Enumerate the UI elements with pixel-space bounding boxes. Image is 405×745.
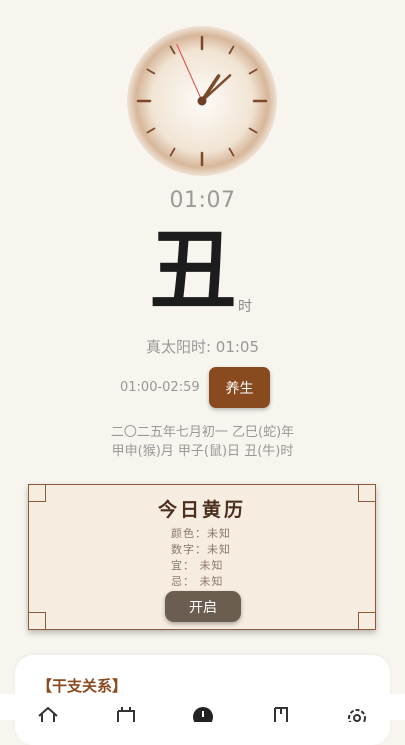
almanac-title: 今日黄历: [157, 499, 246, 521]
yangsheng-button[interactable]: 养生: [209, 367, 270, 408]
tab-home[interactable]: [7, 694, 88, 722]
shichen-suffix: 时: [238, 299, 252, 315]
tab-settings[interactable]: [316, 694, 397, 722]
true-solar-time: 真太阳时: 01:05: [145, 338, 260, 356]
tab-clock[interactable]: [162, 694, 243, 722]
almanac-color: 颜色：未知: [171, 527, 231, 540]
ganzhi-date: 甲申(猴)月 甲子(鼠)日 丑(牛)时: [111, 444, 294, 459]
shichen-character: 丑: [150, 221, 236, 321]
clock-center-dot: [197, 96, 207, 106]
card-corner: [358, 612, 376, 630]
almanac-open-button[interactable]: 开启: [165, 591, 241, 622]
tab-book[interactable]: [240, 694, 321, 722]
time-range: 01:00-02:59: [120, 380, 200, 395]
almanac-card: 今日黄历 颜色：未知 数字：未知 宜： 未知 忌： 未知 开启: [28, 484, 376, 630]
card-corner: [28, 612, 46, 630]
ganzhi-section-title: 【干支关系】: [37, 677, 128, 695]
almanac-avoid: 忌： 未知: [171, 575, 224, 588]
bottom-tab-bar: [0, 694, 405, 722]
analog-clock: [127, 26, 277, 176]
lunar-date: 二〇二五年七月初一 乙巳(蛇)年: [110, 425, 295, 440]
almanac-number: 数字：未知: [171, 543, 231, 556]
almanac-suitable: 宜： 未知: [171, 559, 224, 572]
digital-time: 01:07: [169, 188, 236, 213]
tab-calendar[interactable]: [85, 694, 166, 722]
